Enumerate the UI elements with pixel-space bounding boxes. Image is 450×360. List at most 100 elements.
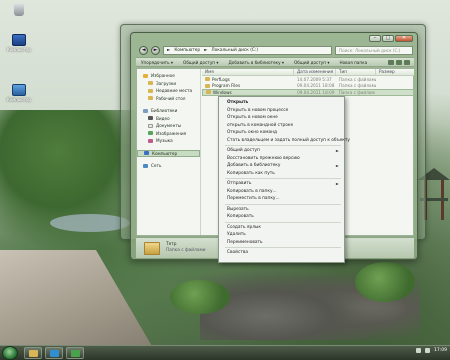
sidebar-item-network[interactable]: Сеть <box>137 162 200 170</box>
menu-item-label: Добавить в библиотеку <box>227 163 281 168</box>
computer-icon <box>144 151 149 156</box>
menu-item-open-new-window[interactable]: Открыть в новом окне <box>219 114 344 122</box>
computer-icon <box>12 34 26 46</box>
sidebar-item-recent[interactable]: Недавние места <box>137 87 200 95</box>
maximize-button[interactable]: □ <box>382 35 394 42</box>
network-tray-icon[interactable] <box>416 348 422 353</box>
menu-item-properties[interactable]: Свойства <box>219 249 344 257</box>
menu-item-rename[interactable]: Переименовать <box>219 239 344 247</box>
menu-item-open-command-window[interactable]: Открыть окно команд <box>219 129 344 137</box>
file-type: Папка с файлами <box>339 83 376 89</box>
window-controls: ‒ □ ✕ <box>369 35 413 42</box>
recycle-bin-icon <box>14 4 24 16</box>
submenu-arrow-icon: ► <box>335 148 339 153</box>
menu-item-move-to-folder[interactable]: Переместить в папку... <box>219 195 344 203</box>
menu-item-open[interactable]: Открыть <box>219 99 344 107</box>
clock[interactable]: 17:09 <box>434 348 447 353</box>
column-type[interactable]: Тип <box>336 69 376 75</box>
view-options <box>388 59 414 65</box>
file-row-selected[interactable]: Windows 09.04.2011 18:09 Папка с файлами <box>202 89 414 96</box>
sidebar-item-documents[interactable]: Документы <box>137 122 200 130</box>
sidebar-item-downloads[interactable]: Загрузки <box>137 80 200 88</box>
menu-separator <box>225 221 341 223</box>
menu-item-create-shortcut[interactable]: Создать ярлык <box>219 224 344 232</box>
sidebar-item-pictures[interactable]: Изображения <box>137 130 200 138</box>
menu-item-delete[interactable]: Удалить <box>219 231 344 239</box>
menu-item-label: Общий доступ <box>227 148 260 153</box>
back-button[interactable]: ◄ <box>139 45 148 55</box>
menu-item-take-ownership[interactable]: Стать владельцем и задать полный доступ … <box>219 137 350 145</box>
menu-item-restore-previous[interactable]: Восстановить прежнюю версию <box>219 155 344 163</box>
share-with-button[interactable]: Общий доступ ▾ <box>294 60 329 65</box>
sidebar-item-label: Недавние места <box>156 88 193 94</box>
sidebar-item-libraries[interactable]: Библиотеки <box>137 107 200 115</box>
desktop-icon-computer[interactable]: Компьютер <box>2 34 36 52</box>
menu-item-add-to-library[interactable]: Добавить в библиотеку ► <box>219 162 344 170</box>
address-separator: ► <box>204 47 208 53</box>
folder-icon <box>148 81 153 86</box>
desktop-icon-label: Компьютер <box>7 97 31 102</box>
desktop-icon-recycle-bin[interactable] <box>2 4 36 17</box>
file-name: PerfLogs <box>212 76 230 82</box>
help-icon[interactable] <box>404 59 410 65</box>
taskbar-button-explorer[interactable] <box>24 347 42 359</box>
breadcrumb-drive[interactable]: Локальный диск (C:) <box>211 48 258 53</box>
sidebar-item-desktop[interactable]: Рабочий стол <box>137 95 200 103</box>
menu-item-open-command-prompt[interactable]: открыть в командной строке <box>219 122 344 130</box>
new-folder-button[interactable]: Новая папка <box>339 60 367 65</box>
network-icon <box>143 163 148 168</box>
folder-icon <box>148 96 153 101</box>
column-name[interactable]: Имя <box>202 69 294 75</box>
sidebar-item-label: Видео <box>156 115 170 121</box>
sidebar-item-label: Рабочий стол <box>156 95 186 101</box>
taskbar-button-media-player[interactable] <box>45 347 63 359</box>
submenu-arrow-icon: ► <box>335 181 339 186</box>
menu-item-send-to[interactable]: Отправить ► <box>219 180 344 188</box>
menu-item-share[interactable]: Общий доступ ► <box>219 147 344 155</box>
file-date: 09.04.2011 18:09 <box>297 89 335 95</box>
desktop-icon-label: Компьютер <box>7 47 31 52</box>
column-size[interactable]: Размер <box>376 69 414 75</box>
menu-separator <box>225 178 341 179</box>
menu-item-cut[interactable]: Вырезать <box>219 206 344 214</box>
menu-item-open-new-process[interactable]: Открыть в новом процессе <box>219 107 344 115</box>
folder-icon <box>148 88 153 93</box>
add-to-library-button[interactable]: Добавить в библиотеку ▾ <box>228 60 284 65</box>
taskbar: 17:09 <box>0 345 450 360</box>
sidebar-item-label: Сеть <box>151 163 162 169</box>
sidebar-item-music[interactable]: Музыка <box>137 137 200 145</box>
share-button[interactable]: Общий доступ ▾ <box>183 60 218 65</box>
file-date: 14.07.2009 5:37 <box>297 76 332 82</box>
volume-tray-icon[interactable] <box>425 348 431 353</box>
computer-icon <box>12 84 26 96</box>
desktop-icon-computer-2[interactable]: Компьютер <box>2 84 36 102</box>
address-bar[interactable]: ► Компьютер ► Локальный диск (C:) <box>163 45 332 55</box>
close-button[interactable]: ✕ <box>395 35 413 42</box>
view-icon[interactable] <box>388 59 394 65</box>
sidebar-item-video[interactable]: Видео <box>137 115 200 123</box>
sidebar-item-label: Компьютер <box>152 150 178 156</box>
start-button[interactable] <box>2 346 18 360</box>
menu-item-label: Отправить <box>227 181 252 186</box>
forward-button[interactable]: ► <box>151 45 160 55</box>
explorer-icon <box>29 350 38 357</box>
scenery-path <box>0 250 160 360</box>
minimize-button[interactable]: ‒ <box>369 35 381 42</box>
search-input[interactable]: Поиск: Локальный диск (C:) <box>335 45 413 55</box>
media-player-icon <box>50 350 59 357</box>
sidebar-item-label: Загрузки <box>156 80 177 86</box>
taskbar-button-media-center[interactable] <box>66 347 84 359</box>
breadcrumb-computer[interactable]: Компьютер <box>174 48 200 53</box>
menu-item-copy[interactable]: Копировать <box>219 213 344 221</box>
file-name: Windows <box>213 89 232 95</box>
preview-pane-icon[interactable] <box>396 59 402 65</box>
details-type: Папка с файлами <box>166 248 206 253</box>
menu-item-copy-as-path[interactable]: Копировать как путь <box>219 170 344 178</box>
sidebar-item-computer[interactable]: Компьютер <box>137 149 200 157</box>
organize-button[interactable]: Упорядочить ▾ <box>141 60 173 65</box>
column-date[interactable]: Дата изменения <box>294 69 336 75</box>
pictures-icon <box>148 131 153 136</box>
menu-item-copy-to-folder[interactable]: Копировать в папку... <box>219 188 344 196</box>
menu-separator <box>225 203 341 205</box>
sidebar-item-favorites[interactable]: Избранное <box>137 72 200 80</box>
